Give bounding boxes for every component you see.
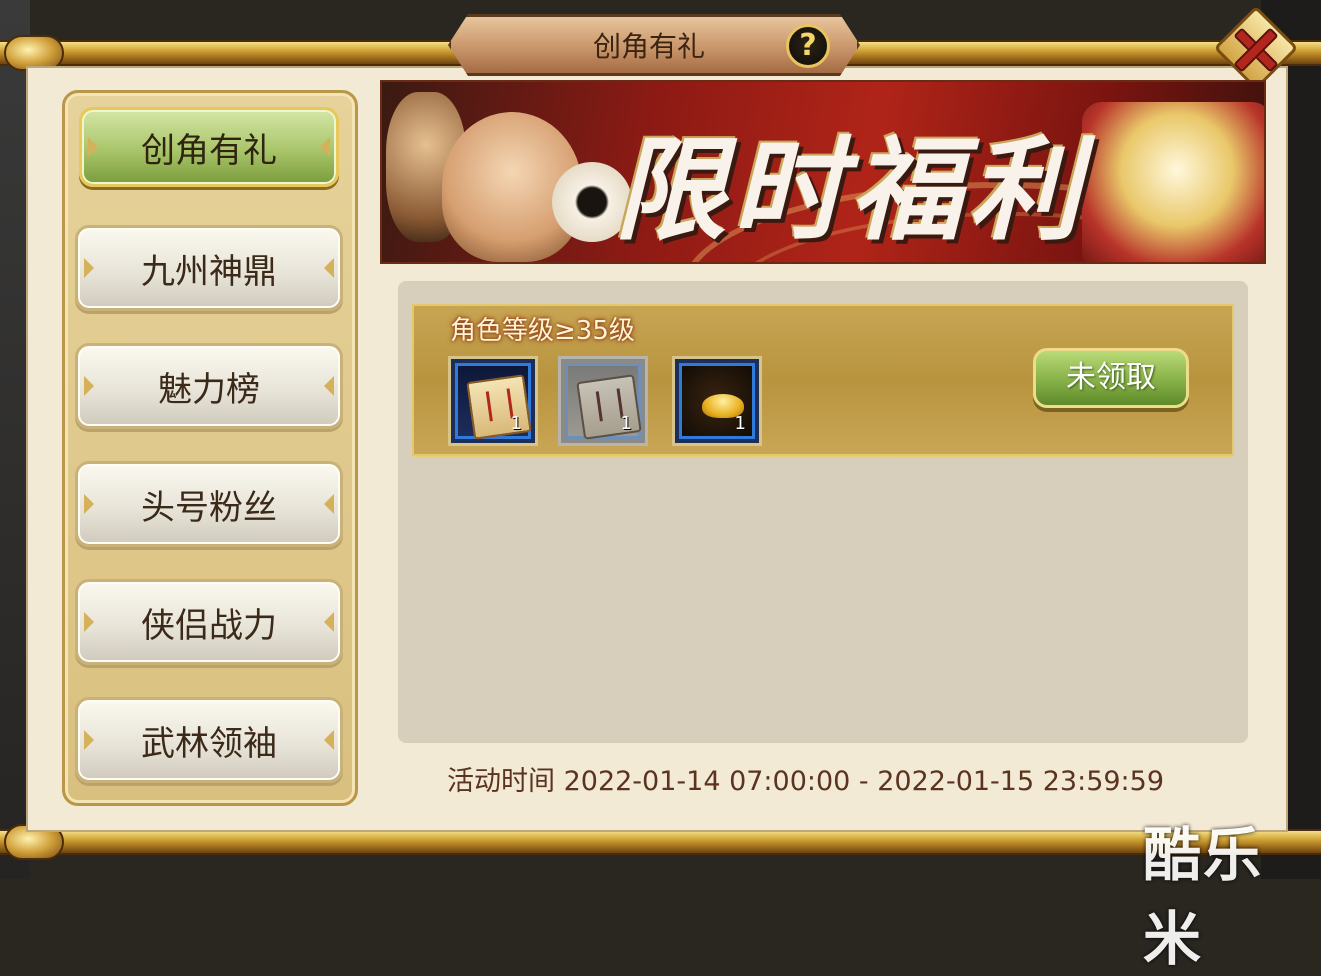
event-time: 活动时间 2022-01-14 07:00:00 - 2022-01-15 23… (447, 766, 1165, 797)
sidebar-item-wulin-leader[interactable]: 武林领袖 (75, 697, 343, 783)
sidebar-item-label: 侠侣战力 (141, 605, 277, 646)
sidebar-item-charm-ranking[interactable]: 魅力榜 (75, 343, 343, 429)
watermark: 酷乐米 (1143, 821, 1264, 973)
scroll-rod-bottom (0, 829, 1321, 855)
sidebar-item-label: 武林领袖 (141, 723, 277, 764)
sidebar-item-label: 头号粉丝 (141, 487, 277, 528)
sidebar-item-label: 魅力榜 (158, 369, 260, 410)
reward-quantity: 1 (734, 413, 746, 434)
banner-title: 限时福利 (614, 125, 1086, 256)
sidebar-item-top-fan[interactable]: 头号粉丝 (75, 461, 343, 547)
page-title: 创角有礼 (592, 30, 705, 63)
sidebar: 创角有礼 九州神鼎 魅力榜 头号粉丝 侠侣战力 武林领袖 (62, 90, 358, 806)
help-icon[interactable]: ? (786, 24, 830, 68)
event-banner: 限时福利 (380, 80, 1266, 264)
task-requirement: 角色等级≥35级 (450, 316, 635, 346)
sidebar-item-label: 九州神鼎 (141, 251, 277, 292)
reward-quantity: 1 (620, 413, 632, 434)
sidebar-item-couple-power[interactable]: 侠侣战力 (75, 579, 343, 665)
reward-slot[interactable]: 1 (448, 356, 538, 446)
sidebar-item-label: 创角有礼 (141, 130, 277, 171)
treasure-chest-illustration (1082, 102, 1264, 262)
claim-button[interactable]: 未领取 (1033, 348, 1189, 408)
reward-quantity: 1 (510, 413, 522, 434)
reward-slot[interactable]: 1 (672, 356, 762, 446)
sidebar-item-jiuzhou-tripod[interactable]: 九州神鼎 (75, 225, 343, 311)
close-icon[interactable] (1212, 5, 1299, 91)
reward-slot[interactable]: 1 (558, 356, 648, 446)
sidebar-item-create-gift[interactable]: 创角有礼 (79, 107, 339, 187)
